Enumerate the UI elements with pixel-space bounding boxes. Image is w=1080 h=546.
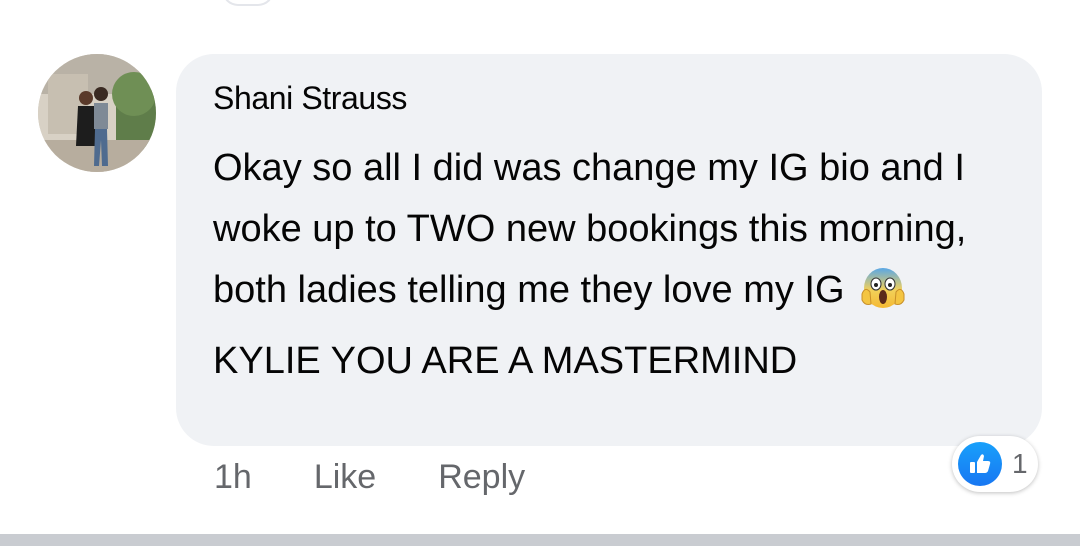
comment-bubble: Shani Strauss Okay so all I did was chan… [176, 54, 1042, 446]
thumbs-up-icon [958, 442, 1002, 486]
previous-comment-edge [222, 0, 274, 6]
like-button[interactable]: Like [314, 458, 376, 497]
reply-button[interactable]: Reply [438, 458, 525, 497]
face-screaming-in-fear-emoji [859, 264, 907, 331]
comment-text-part1: Okay so all I did was change my IG bio a… [213, 147, 967, 311]
comment-text-part2: KYLIE YOU ARE A MASTERMIND [213, 340, 798, 382]
comment-timestamp[interactable]: 1h [214, 458, 252, 497]
comment-actions: 1h Like Reply [214, 458, 525, 497]
section-divider [0, 534, 1080, 546]
reaction-summary[interactable]: 1 [952, 436, 1038, 492]
comment-text: Okay so all I did was change my IG bio a… [213, 138, 1023, 392]
avatar[interactable] [38, 54, 156, 172]
comment-author[interactable]: Shani Strauss [213, 80, 407, 117]
reaction-count: 1 [1012, 448, 1028, 479]
avatar-photo [38, 54, 156, 172]
